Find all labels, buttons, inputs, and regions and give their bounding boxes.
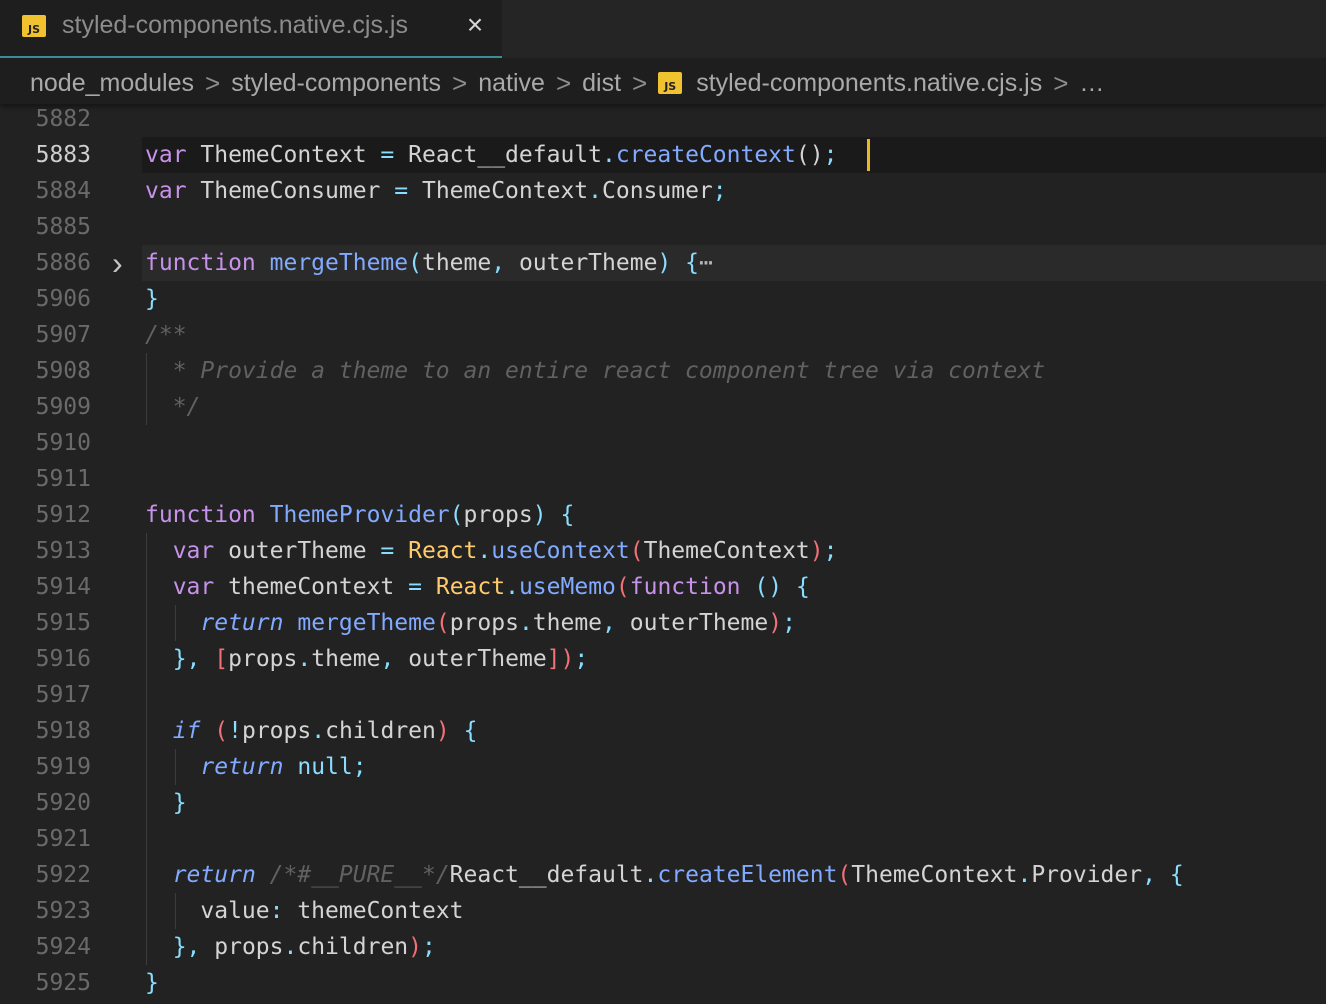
line-number: 5916 — [35, 646, 91, 672]
code-text: var ThemeContext = React__default.create… — [145, 142, 838, 168]
indent-guide — [146, 533, 147, 965]
code-line: 5907 /** — [0, 317, 1326, 353]
line-number: 5925 — [35, 970, 91, 996]
chevron-right-icon: > — [452, 68, 468, 98]
indent-guide — [175, 605, 176, 641]
chevron-right-icon: > — [632, 68, 648, 98]
line-number: 5883 — [35, 142, 91, 168]
line-number: 5924 — [35, 934, 91, 960]
code-line: 5921 — [0, 821, 1326, 857]
breadcrumb-item-native[interactable]: native — [478, 66, 545, 100]
breadcrumb-item-file[interactable]: styled-components.native.cjs.js — [696, 66, 1042, 100]
code-text: var ThemeConsumer = ThemeContext.Consume… — [145, 178, 727, 204]
line-number: 5915 — [35, 610, 91, 636]
code-text: * Provide a theme to an entire react com… — [145, 358, 1046, 384]
code-line: 5915 return mergeTheme(props.theme, oute… — [0, 605, 1326, 641]
code-line: 5924 }, props.children); — [0, 929, 1326, 965]
indent-guide — [175, 749, 176, 785]
breadcrumb-item-dist[interactable]: dist — [582, 66, 621, 100]
code-line: 5883 var ThemeContext = React__default.cr… — [0, 137, 1326, 173]
code-text: } — [145, 970, 159, 996]
code-line: 5922 return /*#__PURE__*/React__default.… — [0, 857, 1326, 893]
javascript-file-icon: JS — [658, 72, 683, 94]
code-line: 5916 }, [props.theme, outerTheme]); — [0, 641, 1326, 677]
line-number: 5917 — [35, 682, 91, 708]
code-text: }, props.children); — [172, 934, 436, 960]
code-line: 5925} — [0, 965, 1326, 1001]
breadcrumb-item-node-modules[interactable]: node_modules — [30, 66, 194, 100]
line-number: 5882 — [35, 106, 91, 132]
line-number: 5922 — [35, 862, 91, 888]
line-number: 5912 — [35, 502, 91, 528]
code-text: if (!props.children) { — [172, 718, 478, 744]
line-number: 5918 — [35, 718, 91, 744]
code-line: 5914 var themeContext = React.useMemo(fu… — [0, 569, 1326, 605]
line-number: 5923 — [35, 898, 91, 924]
code-line: 5919 return null; — [0, 749, 1326, 785]
code-line: 5917 — [0, 677, 1326, 713]
code-line: 5882 — [0, 104, 1326, 137]
close-icon[interactable]: × — [462, 10, 488, 40]
line-number: 5921 — [35, 826, 91, 852]
line-number: 5908 — [35, 358, 91, 384]
breadcrumb-items: node_modules > styled-components > native > di… — [30, 66, 1104, 100]
code-text: return mergeTheme(props.theme, outerThem… — [200, 610, 796, 636]
code-line: 5913 var outerTheme = React.useContext(T… — [0, 533, 1326, 569]
code-text: */ — [145, 394, 201, 420]
line-number: 5886 — [35, 250, 91, 276]
line-number: 5913 — [35, 538, 91, 564]
code-editor[interactable]: 5882 5883 var ThemeContext = React__defaul… — [0, 104, 1326, 1004]
code-text: function mergeTheme(theme, outerTheme) {… — [145, 250, 713, 276]
chevron-right-icon: > — [205, 68, 221, 98]
javascript-file-icon: JS — [22, 15, 46, 37]
code-text: }, [props.theme, outerTheme]); — [172, 646, 589, 672]
editor-tab[interactable]: JS styled-components.native.cjs.js × — [0, 0, 502, 58]
code-line: 5906} — [0, 281, 1326, 317]
breadcrumb-file-icon-wrap: JS — [658, 72, 683, 94]
breadcrumb-item-styled-components[interactable]: styled-components — [231, 66, 441, 100]
line-number: 5884 — [35, 178, 91, 204]
code-line: 5911 — [0, 461, 1326, 497]
code-text: } — [172, 790, 187, 816]
text-cursor — [867, 139, 870, 171]
code-line: 5923 value: themeContext — [0, 893, 1326, 929]
code-text: var outerTheme = React.useContext(ThemeC… — [172, 538, 838, 564]
code-line: 5910 — [0, 425, 1326, 461]
code-text: } — [145, 286, 159, 312]
code-line: 5886 › function mergeTheme(theme, outerThe… — [0, 245, 1326, 281]
line-number: 5911 — [35, 466, 91, 492]
code-text: return /*#__PURE__*/React__default.creat… — [172, 862, 1184, 888]
line-number: 5906 — [35, 286, 91, 312]
line-number: 5909 — [35, 394, 91, 420]
line-number: 5920 — [35, 790, 91, 816]
line-number: 5910 — [35, 430, 91, 456]
fold-chevron-icon[interactable]: › — [112, 245, 136, 281]
code-line: 5920 } — [0, 785, 1326, 821]
breadcrumb: node_modules > styled-components > native > di… — [0, 58, 1326, 104]
breadcrumb-more[interactable]: … — [1079, 66, 1104, 100]
line-number: 5919 — [35, 754, 91, 780]
indent-guide — [146, 353, 147, 425]
line-number: 5914 — [35, 574, 91, 600]
code-line: 5909 */ — [0, 389, 1326, 425]
line-number: 5885 — [35, 214, 91, 240]
tab-title: styled-components.native.cjs.js — [62, 11, 408, 39]
chevron-right-icon: > — [1053, 68, 1069, 98]
code-text: var themeContext = React.useMemo(functio… — [172, 574, 810, 600]
code-text: function ThemeProvider(props) { — [145, 502, 575, 528]
code-line: 5884 var ThemeConsumer = ThemeContext.Con… — [0, 173, 1326, 209]
code-line: 5912 function ThemeProvider(props) { — [0, 497, 1326, 533]
code-text: return null; — [200, 754, 367, 780]
indent-guide — [175, 893, 176, 929]
code-line: 5908 * Provide a theme to an entire reac… — [0, 353, 1326, 389]
code-line: 5918 if (!props.children) { — [0, 713, 1326, 749]
tab-bar: JS styled-components.native.cjs.js × — [0, 0, 1326, 58]
chevron-right-icon: > — [555, 68, 572, 98]
code-text: value: themeContext — [145, 898, 464, 924]
line-number: 5907 — [35, 322, 91, 348]
code-line: 5885 — [0, 209, 1326, 245]
code-text: /** — [145, 322, 187, 348]
